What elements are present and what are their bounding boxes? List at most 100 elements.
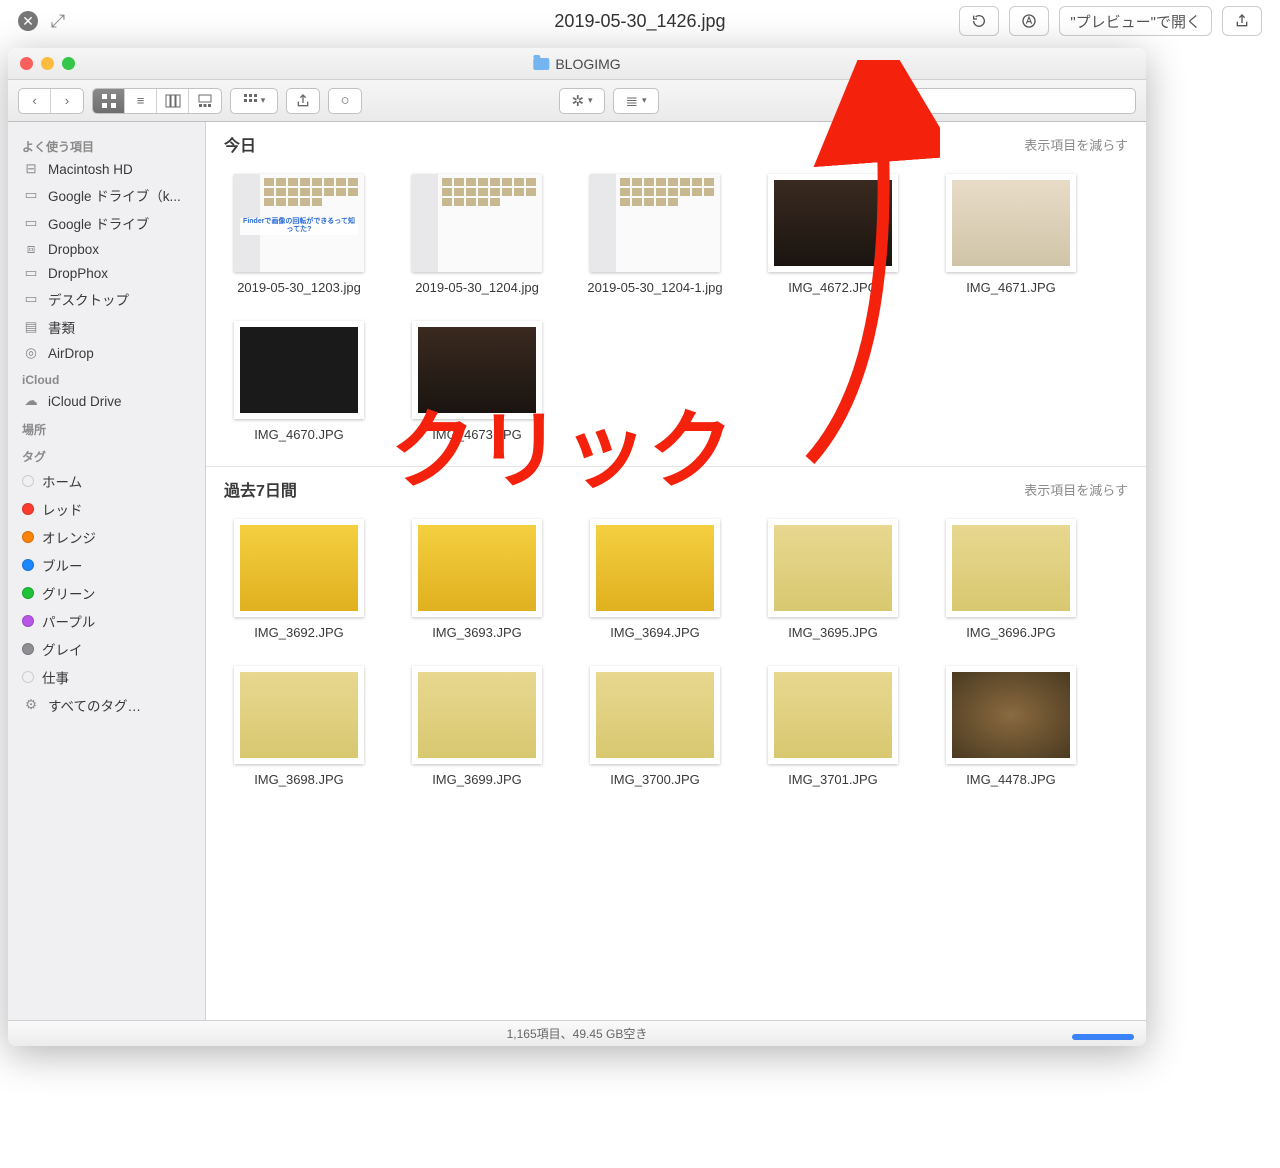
file-thumbnail[interactable]	[234, 321, 364, 419]
file-name[interactable]: IMG_4672.JPG	[788, 280, 878, 295]
sidebar-tag-item[interactable]: 仕事	[8, 663, 205, 691]
status-text: 1,165項目、49.45 GB空き	[507, 1025, 648, 1042]
file-thumbnail[interactable]	[234, 666, 364, 764]
file-thumbnail[interactable]	[412, 321, 542, 419]
content-area[interactable]: 今日表示項目を減らすFinderで画像の回転ができるって知ってた?2019-05…	[206, 122, 1146, 1020]
file-name[interactable]: IMG_3698.JPG	[254, 772, 344, 787]
file-thumbnail[interactable]	[946, 519, 1076, 617]
column-view-button[interactable]	[157, 89, 189, 113]
file-name[interactable]: IMG_4671.JPG	[966, 280, 1056, 295]
file-item[interactable]: IMG_4478.JPG	[936, 666, 1086, 787]
file-item[interactable]: IMG_3698.JPG	[224, 666, 374, 787]
sidebar-item[interactable]: ☁iCloud Drive	[8, 389, 205, 413]
icon-view-button[interactable]	[93, 89, 125, 113]
file-item[interactable]: IMG_3696.JPG	[936, 519, 1086, 640]
file-item[interactable]: 2019-05-30_1204-1.jpg	[580, 174, 730, 295]
file-item[interactable]: IMG_4673.JPG	[402, 321, 552, 442]
file-name[interactable]: IMG_4673.JPG	[432, 427, 522, 442]
file-name[interactable]: IMG_4670.JPG	[254, 427, 344, 442]
file-name[interactable]: IMG_3695.JPG	[788, 625, 878, 640]
file-name[interactable]: IMG_3692.JPG	[254, 625, 344, 640]
markup-button[interactable]	[1009, 6, 1049, 36]
close-window-button[interactable]	[20, 57, 33, 70]
file-thumbnail[interactable]: Finderで画像の回転ができるって知ってた?	[234, 174, 364, 272]
sidebar-item[interactable]: ▭Google ドライブ	[8, 209, 205, 237]
share-icon	[1234, 13, 1250, 29]
sidebar-item[interactable]: ◎AirDrop	[8, 341, 205, 365]
list-view-button[interactable]: ≡	[125, 89, 157, 113]
sidebar-tag-item[interactable]: ⚙すべてのタグ…	[8, 691, 205, 719]
file-thumbnail[interactable]	[412, 174, 542, 272]
sidebar-tag-item[interactable]: パープル	[8, 607, 205, 635]
sidebar-item[interactable]: ⧈Dropbox	[8, 237, 205, 261]
file-item[interactable]: IMG_4670.JPG	[224, 321, 374, 442]
file-item[interactable]: IMG_3692.JPG	[224, 519, 374, 640]
scroll-indicator[interactable]	[1072, 1034, 1134, 1040]
file-thumbnail[interactable]	[768, 174, 898, 272]
file-item[interactable]: IMG_3699.JPG	[402, 666, 552, 787]
sidebar-item[interactable]: ▭DropPhox	[8, 261, 205, 285]
file-name[interactable]: IMG_3694.JPG	[610, 625, 700, 640]
file-name[interactable]: IMG_3693.JPG	[432, 625, 522, 640]
sidebar-tag-item[interactable]: グリーン	[8, 579, 205, 607]
share-toolbar-button[interactable]	[286, 88, 320, 114]
tags-toolbar-button[interactable]: ○	[328, 88, 362, 114]
sidebar-item[interactable]: ▭デスクトップ	[8, 285, 205, 313]
file-name[interactable]: IMG_3701.JPG	[788, 772, 878, 787]
file-name[interactable]: 2019-05-30_1204.jpg	[415, 280, 539, 295]
tag-dot	[22, 475, 34, 487]
file-thumbnail[interactable]	[412, 666, 542, 764]
action-button[interactable]: ✲ ▾	[559, 88, 605, 114]
sidebar-item[interactable]: ▤書類	[8, 313, 205, 341]
close-icon[interactable]: ✕	[18, 11, 38, 31]
sidebar-tag-item[interactable]: オレンジ	[8, 523, 205, 551]
zoom-window-button[interactable]	[62, 57, 75, 70]
file-thumbnail[interactable]	[946, 666, 1076, 764]
sidebar-item[interactable]: ⊟Macintosh HD	[8, 157, 205, 181]
finder-titlebar[interactable]: BLOGIMG	[8, 48, 1146, 80]
show-less-button[interactable]: 表示項目を減らす	[1024, 480, 1128, 499]
file-item[interactable]: Finderで画像の回転ができるって知ってた? 2019-05-30_1203.j…	[224, 174, 374, 295]
file-name[interactable]: 2019-05-30_1204-1.jpg	[587, 280, 722, 295]
sidebar-tag-item[interactable]: ホーム	[8, 467, 205, 495]
rotate-button[interactable]	[959, 6, 999, 36]
file-item[interactable]: IMG_3695.JPG	[758, 519, 908, 640]
file-thumbnail[interactable]	[590, 174, 720, 272]
back-button[interactable]: ‹	[19, 89, 51, 113]
group-button[interactable]: ≣ ▾	[613, 88, 659, 114]
sidebar-tag-item[interactable]: ブルー	[8, 551, 205, 579]
file-thumbnail[interactable]	[412, 519, 542, 617]
share-button[interactable]	[1222, 6, 1262, 36]
sidebar-tag-item[interactable]: グレイ	[8, 635, 205, 663]
file-thumbnail[interactable]	[590, 666, 720, 764]
file-name[interactable]: IMG_4478.JPG	[966, 772, 1056, 787]
file-item[interactable]: IMG_3693.JPG	[402, 519, 552, 640]
search-input[interactable]	[887, 93, 1127, 108]
forward-button[interactable]: ›	[51, 89, 83, 113]
file-item[interactable]: IMG_3701.JPG	[758, 666, 908, 787]
file-item[interactable]: IMG_4671.JPG	[936, 174, 1086, 295]
file-thumbnail[interactable]	[234, 519, 364, 617]
show-less-button[interactable]: 表示項目を減らす	[1024, 135, 1128, 154]
file-name[interactable]: IMG_3700.JPG	[610, 772, 700, 787]
search-field[interactable]	[856, 88, 1136, 114]
sidebar-tag-item[interactable]: レッド	[8, 495, 205, 523]
sidebar-item-label: AirDrop	[48, 346, 94, 361]
file-item[interactable]: 2019-05-30_1204.jpg	[402, 174, 552, 295]
file-name[interactable]: IMG_3699.JPG	[432, 772, 522, 787]
file-name[interactable]: IMG_3696.JPG	[966, 625, 1056, 640]
file-thumbnail[interactable]	[946, 174, 1076, 272]
open-with-button[interactable]: "プレビュー"で開く	[1059, 6, 1212, 36]
minimize-window-button[interactable]	[41, 57, 54, 70]
file-name[interactable]: 2019-05-30_1203.jpg	[237, 280, 361, 295]
file-item[interactable]: IMG_4672.JPG	[758, 174, 908, 295]
file-item[interactable]: IMG_3694.JPG	[580, 519, 730, 640]
file-item[interactable]: IMG_3700.JPG	[580, 666, 730, 787]
gallery-view-button[interactable]	[189, 89, 221, 113]
file-thumbnail[interactable]	[768, 666, 898, 764]
file-thumbnail[interactable]	[768, 519, 898, 617]
file-thumbnail[interactable]	[590, 519, 720, 617]
sidebar-item[interactable]: ▭Google ドライブ（k...	[8, 181, 205, 209]
arrange-button[interactable]: ▾	[231, 89, 277, 113]
maximize-icon[interactable]: ⤢	[48, 11, 68, 31]
